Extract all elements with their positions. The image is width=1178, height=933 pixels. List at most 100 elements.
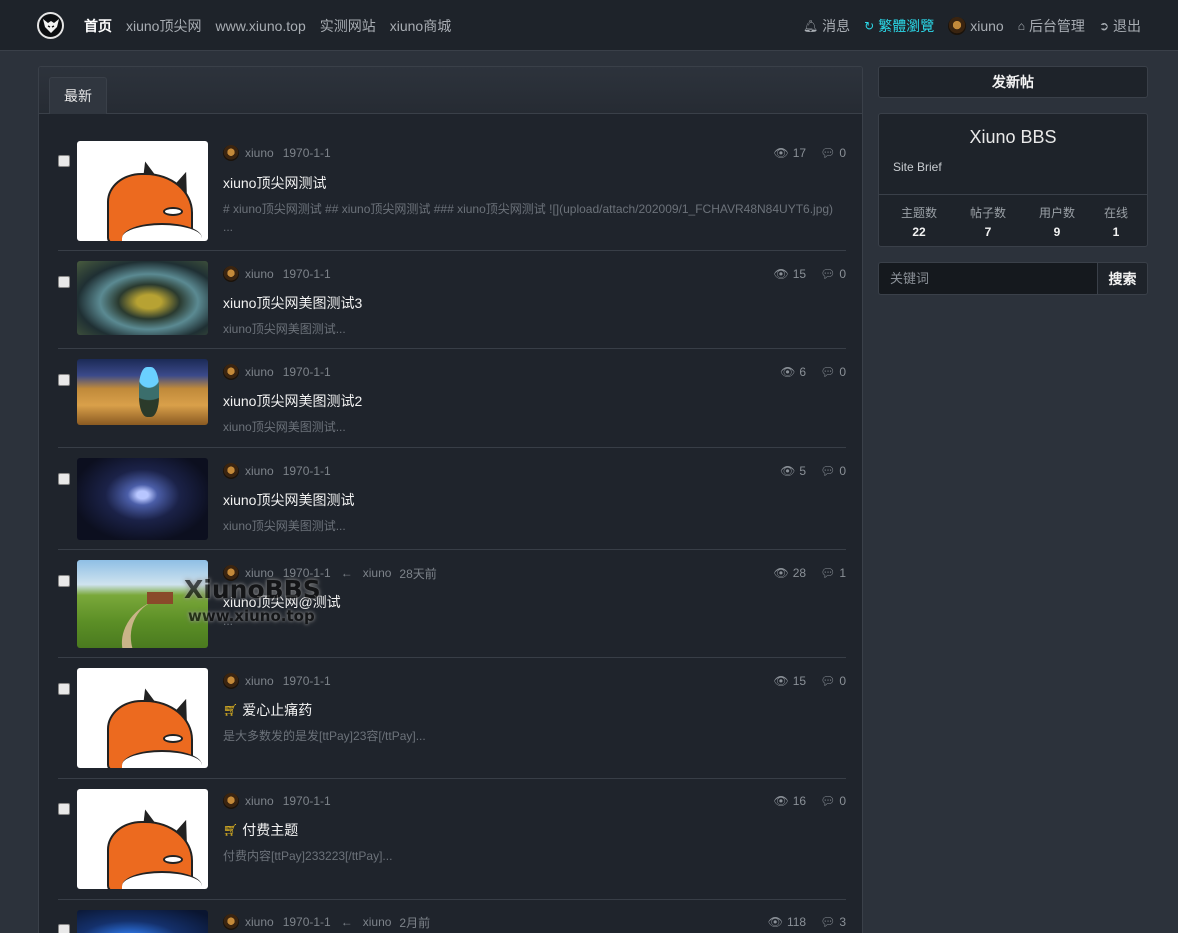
- thread-meta: xiuno 1970-1-1 ← xiuno 2月前: [223, 913, 430, 931]
- thread-title[interactable]: xiuno顶尖网测试: [223, 173, 326, 193]
- thread-checkbox[interactable]: [58, 575, 70, 587]
- view-count: 28: [792, 566, 807, 580]
- site-brief: Site Brief: [893, 160, 942, 174]
- search-form: 搜索: [878, 262, 1148, 295]
- home-icon: ⌂: [1017, 18, 1025, 33]
- nav-xiuno-top[interactable]: xiuno顶尖网: [126, 16, 201, 36]
- thread-brief: ...: [223, 614, 234, 628]
- eye-icon: 👁︎: [773, 566, 789, 580]
- search-button[interactable]: 搜索: [1097, 262, 1148, 295]
- thread-row: xiuno 1970-1-1 👁︎ 5 💬︎ 0 xiuno顶尖网美图测试 xi…: [58, 448, 846, 550]
- thread-title-text[interactable]: xiuno顶尖网@测试: [223, 592, 341, 612]
- avatar[interactable]: [223, 266, 239, 282]
- view-count: 15: [792, 674, 807, 688]
- thread-title-text[interactable]: xiuno顶尖网美图测试: [223, 490, 354, 510]
- view-count: 16: [792, 794, 807, 808]
- thread-date: 1970-1-1: [282, 915, 331, 929]
- reply-count: 0: [839, 146, 846, 160]
- avatar[interactable]: [223, 145, 239, 161]
- avatar[interactable]: [223, 463, 239, 479]
- thread-thumbnail[interactable]: [77, 458, 208, 540]
- tab-latest[interactable]: 最新: [49, 77, 107, 114]
- thread-thumbnail[interactable]: [77, 141, 208, 241]
- thread-title[interactable]: 🛒︎ 付费主题: [223, 820, 298, 840]
- last-reply-time: 28天前: [399, 566, 437, 581]
- thread-row: xiuno 1970-1-1 👁︎ 15 💬︎ 0 xiuno顶尖网美图测试3 …: [58, 251, 846, 349]
- thread-author[interactable]: xiuno: [245, 365, 274, 379]
- stat-online: 在线 1: [1104, 204, 1128, 239]
- thread-checkbox[interactable]: [58, 155, 70, 167]
- thread-checkbox[interactable]: [58, 473, 70, 485]
- thread-thumbnail[interactable]: [77, 910, 208, 933]
- thread-thumbnail[interactable]: [77, 261, 208, 335]
- thread-stats: 👁︎ 15 💬︎ 0: [773, 672, 846, 690]
- stat-posts: 帖子数 7: [970, 204, 1006, 239]
- comment-icon: 💬︎: [820, 464, 836, 478]
- view-count: 15: [792, 267, 807, 281]
- nav-test-site[interactable]: 实测网站: [320, 16, 376, 36]
- thread-title-text[interactable]: 爱心止痛药: [242, 700, 312, 720]
- thread-stats: 👁︎ 16 💬︎ 0: [773, 792, 846, 810]
- thread-author[interactable]: xiuno: [245, 146, 274, 160]
- thread-checkbox[interactable]: [58, 803, 70, 815]
- new-post-button[interactable]: 发新帖: [878, 66, 1148, 98]
- thread-stats: 👁︎ 118 💬︎ 3: [768, 913, 846, 931]
- last-reply-user[interactable]: xiuno: [363, 566, 392, 580]
- bell-icon: 🔔︎: [802, 18, 819, 33]
- reply-count: 0: [839, 794, 846, 808]
- thread-thumbnail[interactable]: [77, 560, 208, 648]
- thread-author[interactable]: xiuno: [245, 794, 274, 808]
- thread-checkbox[interactable]: [58, 683, 70, 695]
- stat-value: 9: [1053, 225, 1061, 239]
- admin-link[interactable]: ⌂ 后台管理: [1018, 16, 1085, 36]
- thread-title[interactable]: xiuno顶尖网美图测试3: [223, 293, 362, 313]
- thread-author[interactable]: xiuno: [245, 674, 274, 688]
- thread-title[interactable]: xiuno顶尖网美图测试: [223, 490, 354, 510]
- thread-author[interactable]: xiuno: [245, 566, 274, 580]
- avatar[interactable]: [223, 565, 239, 581]
- reply-count: 0: [839, 464, 846, 478]
- avatar[interactable]: [223, 364, 239, 380]
- thread-title-text[interactable]: xiuno顶尖网测试: [223, 173, 326, 193]
- last-reply-user[interactable]: xiuno: [363, 915, 392, 929]
- site-logo-icon[interactable]: [37, 12, 64, 39]
- comment-icon: 💬︎: [820, 566, 836, 580]
- search-input[interactable]: [878, 262, 1098, 295]
- thread-row: xiuno 1970-1-1 👁︎ 15 💬︎ 0 🛒︎ 爱心止痛药 是大多数发…: [58, 658, 846, 779]
- thread-title-text[interactable]: 付费主题: [242, 820, 298, 840]
- arrow-left-icon: ←: [340, 915, 353, 929]
- thread-checkbox[interactable]: [58, 374, 70, 386]
- traditional-chinese-toggle[interactable]: ↻ 繁體瀏覽: [864, 16, 934, 36]
- nav-home[interactable]: 首页: [84, 16, 112, 36]
- thread-checkbox[interactable]: [58, 924, 70, 933]
- thread-thumbnail[interactable]: [77, 668, 208, 768]
- thread-title-text[interactable]: xiuno顶尖网美图测试3: [223, 293, 362, 313]
- thread-author[interactable]: xiuno: [245, 464, 274, 478]
- thread-meta: xiuno 1970-1-1: [223, 144, 331, 162]
- messages-link[interactable]: 🔔︎ 消息: [803, 16, 850, 36]
- thread-title-text[interactable]: xiuno顶尖网美图测试2: [223, 391, 362, 411]
- logout-link[interactable]: ➲ 退出: [1099, 16, 1141, 36]
- user-menu[interactable]: xiuno: [948, 16, 1004, 35]
- thread-title[interactable]: 🛒︎ 爱心止痛药: [223, 700, 312, 720]
- nav-shop[interactable]: xiuno商城: [390, 16, 451, 36]
- reply-count: 0: [839, 267, 846, 281]
- avatar[interactable]: [223, 793, 239, 809]
- thread-author[interactable]: xiuno: [245, 915, 274, 929]
- thread-author[interactable]: xiuno: [245, 267, 274, 281]
- thread-meta: xiuno 1970-1-1: [223, 363, 331, 381]
- thread-date: 1970-1-1: [282, 464, 331, 478]
- thread-brief: xiuno顶尖网美图测试...: [223, 519, 346, 533]
- cart-icon: 🛒︎: [223, 703, 239, 717]
- thread-checkbox[interactable]: [58, 276, 70, 288]
- nav-xiuno-url[interactable]: www.xiuno.top: [215, 18, 305, 34]
- avatar[interactable]: [223, 914, 239, 930]
- avatar[interactable]: [223, 673, 239, 689]
- thread-meta: xiuno 1970-1-1 ← xiuno 28天前: [223, 564, 437, 582]
- thread-row: xiuno 1970-1-1 ← xiuno 2月前 👁︎ 118 💬︎ 3: [58, 900, 846, 933]
- thread-thumbnail[interactable]: [77, 359, 208, 425]
- thread-thumbnail[interactable]: [77, 789, 208, 889]
- thread-title[interactable]: xiuno顶尖网@测试: [223, 592, 341, 612]
- thread-title[interactable]: xiuno顶尖网美图测试2: [223, 391, 362, 411]
- site-name: Xiuno BBS: [969, 127, 1057, 147]
